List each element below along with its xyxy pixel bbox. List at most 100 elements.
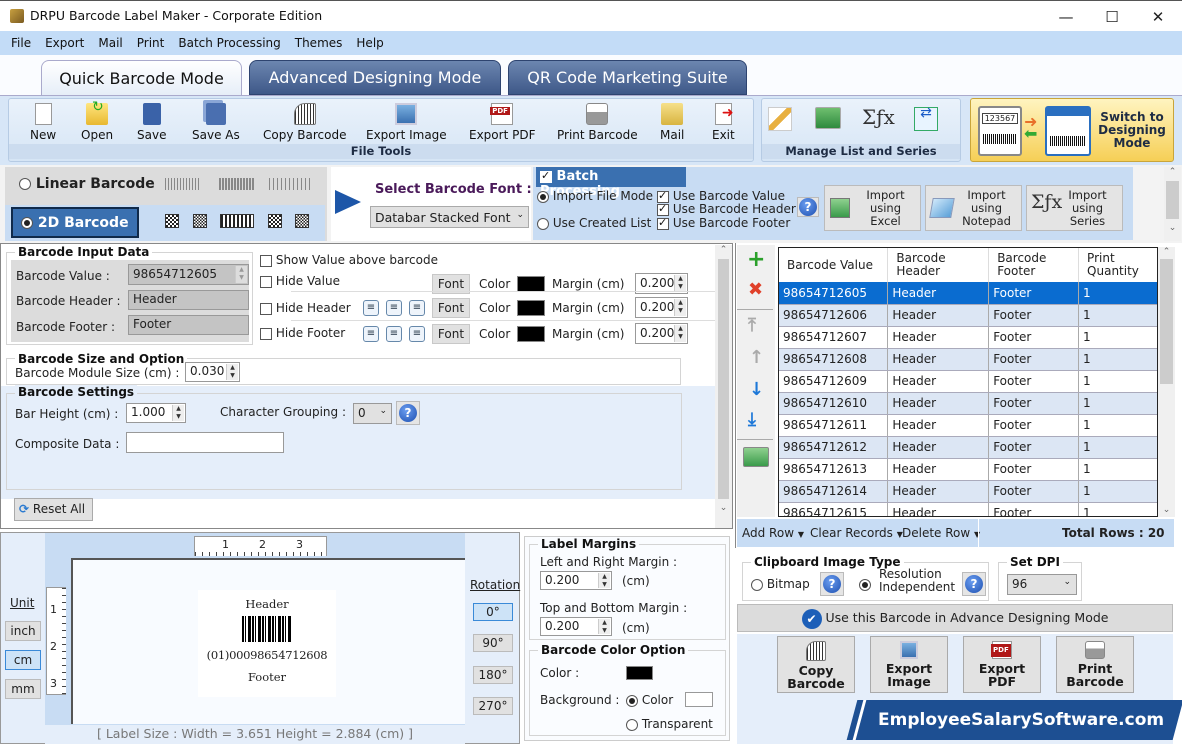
lr-margin-spinner[interactable]: ▲ ▼ (598, 573, 610, 588)
use-created-list-radio[interactable] (537, 217, 549, 230)
hide-value-checkbox[interactable] (260, 275, 272, 288)
table-cell[interactable]: Footer (988, 436, 1080, 459)
table-row[interactable]: 98654712609 Header Footer 1 (779, 370, 1157, 393)
minimize-button[interactable]: — (1043, 1, 1089, 32)
table-cell[interactable]: 98654712608 (779, 348, 889, 371)
grid-scrollbar[interactable]: ⌃ ⌄ (1158, 247, 1175, 517)
move-down-icon[interactable]: ↓ (749, 379, 764, 400)
tab-qr-code-marketing-suite[interactable]: QR Code Marketing Suite (508, 60, 747, 95)
rotation-180-button[interactable]: 180° (473, 666, 513, 684)
hide-header-option[interactable]: Hide Header (260, 301, 351, 315)
swap-icon[interactable]: ⇄ (914, 106, 938, 131)
menu-print[interactable]: Print (130, 36, 172, 50)
footer-align-left-icon[interactable]: ≡ (363, 326, 379, 342)
header-align-right-icon[interactable]: ≡ (409, 300, 425, 316)
table-cell[interactable]: Footer (988, 502, 1080, 516)
table-cell[interactable]: 98654712609 (779, 370, 889, 393)
table-cell[interactable]: Footer (988, 326, 1080, 349)
table-cell[interactable]: Header (887, 370, 990, 393)
save-as-button[interactable]: Save As (192, 103, 240, 142)
series-formula-icon[interactable]: Σƒx (862, 105, 895, 129)
use-barcode-footer-option[interactable]: Use Barcode Footer (657, 216, 790, 230)
config-panel-scrollbar[interactable]: ⌃ ⌄ (715, 245, 732, 528)
scroll-up-icon[interactable]: ⌃ (1158, 247, 1175, 257)
table-cell[interactable]: Header (887, 502, 990, 516)
dpi-select[interactable]: 96 ⌄ (1007, 574, 1077, 595)
composite-data-input[interactable] (126, 432, 284, 453)
scroll-down-icon[interactable]: ⌄ (1164, 223, 1181, 233)
import-file-mode-radio[interactable] (537, 190, 549, 203)
menu-file[interactable]: File (4, 36, 38, 50)
scroll-down-icon[interactable]: ⌄ (715, 503, 732, 513)
table-row[interactable]: 98654712607 Header Footer 1 (779, 326, 1157, 349)
table-cell[interactable]: Footer (988, 458, 1080, 481)
header-align-left-icon[interactable]: ≡ (363, 300, 379, 316)
unit-cm-button[interactable]: cm (5, 650, 41, 670)
table-cell[interactable]: 1 (1078, 326, 1157, 349)
new-button[interactable]: New (30, 103, 56, 142)
export-pdf-button[interactable]: PDF Export PDF (469, 103, 535, 142)
batch-processing-checkbox[interactable] (540, 169, 552, 183)
unit-mm-button[interactable]: mm (5, 679, 41, 699)
table-cell[interactable]: 98654712611 (779, 414, 889, 437)
linear-radio[interactable] (19, 178, 31, 190)
table-cell[interactable]: 98654712612 (779, 436, 889, 459)
tb-margin-spinner[interactable]: ▲ ▼ (598, 619, 610, 634)
character-grouping-select[interactable]: 0 ⌄ (353, 403, 392, 424)
table-cell[interactable]: Footer (988, 370, 1080, 393)
bitmap-help-button[interactable]: ? (820, 572, 844, 596)
use-barcode-header-checkbox[interactable] (657, 202, 669, 216)
batch-processing-toggle[interactable]: Batch Processing (536, 167, 686, 199)
table-cell[interactable]: Header (887, 458, 990, 481)
footer-align-center-icon[interactable]: ≡ (386, 326, 402, 342)
delete-row-dropdown[interactable]: Delete Row ▼ (902, 526, 980, 540)
menu-mail[interactable]: Mail (91, 36, 129, 50)
copy-barcode-action-button[interactable]: Copy Barcode (777, 636, 855, 693)
table-cell[interactable]: Footer (988, 304, 1080, 327)
bitmap-option[interactable]: Bitmap (751, 577, 810, 591)
background-transparent-option[interactable]: Transparent (626, 717, 713, 731)
table-row[interactable]: 98654712613 Header Footer 1 (779, 458, 1157, 481)
footer-font-button[interactable]: Font (432, 324, 470, 344)
table-cell[interactable]: Header (887, 282, 990, 305)
value-margin-spinner[interactable]: ▲ ▼ (674, 275, 686, 292)
table-cell[interactable]: Header (887, 348, 990, 371)
table-cell[interactable]: Header (887, 304, 990, 327)
grid-scroll-thumb[interactable] (1160, 259, 1173, 384)
table-cell[interactable]: 1 (1078, 304, 1157, 327)
menu-help[interactable]: Help (349, 36, 390, 50)
barcode-font-select[interactable]: Databar Stacked Font ⌄ (370, 206, 529, 228)
background-color-option[interactable]: Color (626, 693, 673, 707)
table-cell[interactable]: 98654712614 (779, 480, 889, 503)
menu-themes[interactable]: Themes (288, 36, 350, 50)
table-cell[interactable]: 1 (1078, 348, 1157, 371)
table-cell[interactable]: 98654712605 (779, 282, 889, 305)
table-cell[interactable]: 98654712613 (779, 458, 889, 481)
bg-color-radio[interactable] (626, 694, 638, 707)
table-cell[interactable]: Header (887, 436, 990, 459)
batch-help-button[interactable]: ? (797, 197, 819, 217)
value-color-swatch[interactable] (517, 276, 545, 292)
show-value-above-option[interactable]: Show Value above barcode (260, 253, 438, 267)
bar-height-spinner[interactable]: ▲ ▼ (172, 405, 184, 421)
excel-import-icon[interactable] (815, 107, 841, 129)
table-cell[interactable]: Footer (988, 414, 1080, 437)
clear-records-dropdown[interactable]: Clear Records ▼ (810, 526, 903, 540)
tb-margin-input[interactable]: 0.200 ▲ ▼ (540, 617, 612, 636)
grid-column-header[interactable]: Print Quantity (1078, 248, 1157, 282)
header-font-button[interactable]: Font (432, 298, 470, 318)
bitmap-radio[interactable] (751, 578, 763, 591)
use-barcode-value-option[interactable]: Use Barcode Value (657, 189, 785, 203)
table-cell[interactable]: 1 (1078, 436, 1157, 459)
grid-column-header[interactable]: Barcode Footer (988, 248, 1080, 282)
table-cell[interactable]: Footer (988, 282, 1080, 305)
header-margin-spinner[interactable]: ▲ ▼ (674, 299, 686, 316)
header-margin-input[interactable]: 0.200 ▲ ▼ (635, 297, 688, 318)
scroll-up-icon[interactable]: ⌃ (715, 245, 732, 255)
open-button[interactable]: ↻ Open (81, 99, 113, 142)
export-grid-excel-icon[interactable] (743, 447, 769, 467)
use-in-advance-mode-button[interactable]: ✔ Use this Barcode in Advance Designing … (737, 604, 1173, 632)
header-align-center-icon[interactable]: ≡ (386, 300, 402, 316)
table-cell[interactable]: 1 (1078, 392, 1157, 415)
print-barcode-action-button[interactable]: Print Barcode (1056, 636, 1134, 693)
